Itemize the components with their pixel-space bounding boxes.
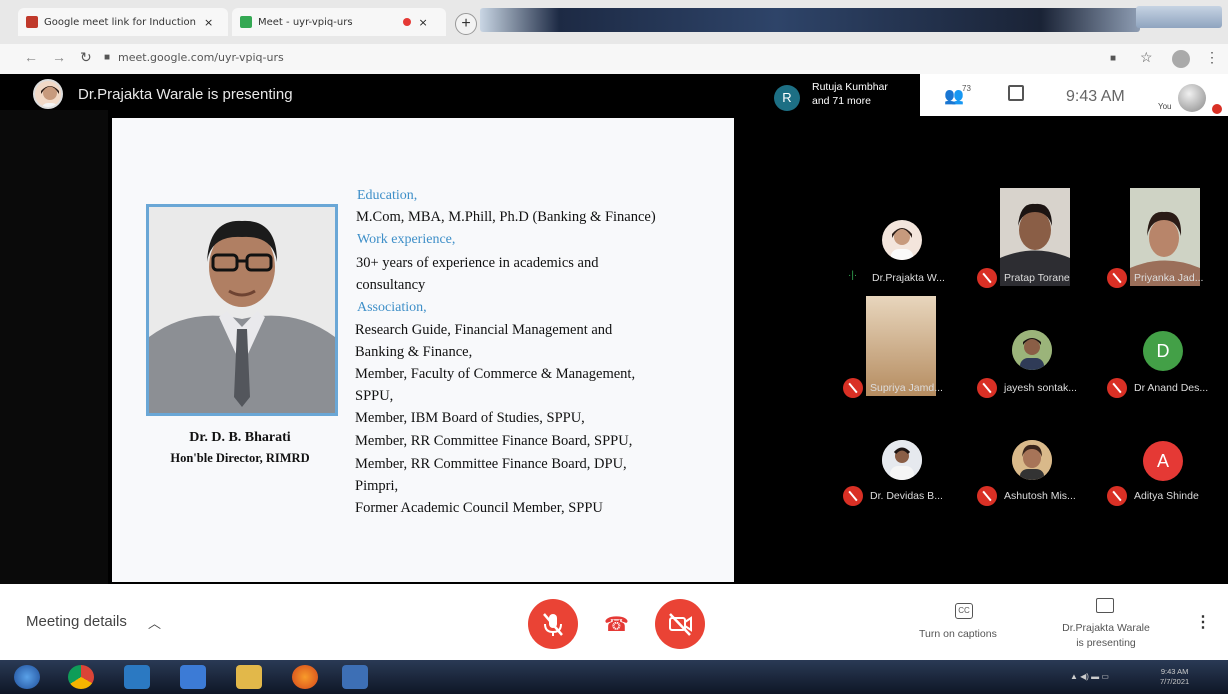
chat-icon[interactable] [1008,85,1024,101]
word-icon[interactable] [342,665,368,689]
internet-explorer-icon[interactable] [124,665,150,689]
participant-letter-avatar: A [1143,441,1183,481]
association-line: Member, RR Committee Finance Board, SPPU… [355,433,633,449]
tab-close-button[interactable]: × [204,16,213,29]
director-photo [146,204,338,416]
tab-meet[interactable]: Meet - uyr-vpiq-urs × [232,8,446,36]
mic-off-icon [1107,268,1127,288]
captions-button[interactable]: Turn on captions [919,628,997,640]
participant-avatar [882,440,922,480]
participant-name: Priyanka Jad... [1134,272,1204,284]
left-margin [0,110,108,584]
hang-up-icon[interactable]: ☎ [604,612,629,637]
presenter-avatar [33,79,63,109]
association-line: Former Academic Council Member, SPPU [355,500,603,516]
system-tray-icons[interactable]: ▲ ◀) ▬ ▭ [1070,672,1150,682]
participant-name: jayesh sontak... [1004,382,1077,394]
participant-avatar [1012,330,1052,370]
mic-off-icon [977,268,997,288]
participant-name: Supriya Jamd... [870,382,943,394]
mic-off-icon [843,378,863,398]
camera-toggle-button[interactable] [655,599,705,649]
tab-google-meet-link[interactable]: Google meet link for Induction × [18,8,228,36]
association-line: Research Guide, Financial Management and [355,322,613,338]
captions-icon[interactable]: CC [955,603,973,619]
browser-menu-icon[interactable]: ⋮ [1205,49,1219,66]
gmail-icon [26,16,38,28]
participant-avatar [882,220,922,260]
camera-off-icon [669,613,692,636]
chrome-icon[interactable] [68,665,94,689]
director-title: Hon'ble Director, RIMRD [170,451,310,465]
speaking-icon: ·|· [848,270,858,281]
association-line: Banking & Finance, [355,344,473,360]
firefox-icon[interactable] [292,665,318,689]
reload-icon[interactable]: ↻ [80,49,92,66]
meet-icon [240,16,252,28]
mic-off-icon [1107,486,1127,506]
forward-icon[interactable]: → [52,49,66,65]
self-avatar[interactable] [1178,84,1206,112]
work-line: 30+ years of experience in academics and [356,255,599,271]
education-text: M.Com, MBA, M.Phill, Ph.D (Banking & Fin… [356,209,656,225]
work-heading: Work experience, [357,232,456,247]
browser-tab-strip: Google meet link for Induction × Meet - … [0,0,1228,44]
meeting-details-button[interactable]: Meeting details [26,613,127,630]
url-field[interactable]: meet.google.com/uyr-vpiq-urs [118,51,284,64]
tab-title: Meet - uyr-vpiq-urs [258,16,353,28]
chevron-up-icon[interactable]: ︿ [148,613,161,632]
file-explorer-icon[interactable] [236,665,262,689]
participant-avatar: R [774,85,800,111]
tab-title: Google meet link for Induction [44,16,197,28]
education-heading: Education, [357,188,418,203]
recording-icon [402,18,411,26]
window-controls[interactable] [1136,6,1222,28]
association-line: Member, RR Committee Finance Board, DPU, [355,456,627,472]
participant-name: Dr. Devidas B... [870,490,943,502]
participant-name: Dr Anand Des... [1134,382,1209,394]
more-options-icon[interactable]: ⋮ [1195,612,1211,632]
participant-name: Ashutosh Mis... [1004,490,1076,502]
mic-off-icon [1212,104,1222,114]
association-line: Member, IBM Board of Studies, SPPU, [355,410,585,426]
window-title-area [480,8,1140,32]
back-icon[interactable]: ← [24,49,38,65]
tab-close-button[interactable]: × [419,16,428,29]
presenting-label: Dr.Prajakta Warale is presenting [78,86,293,103]
director-name: Dr. D. B. Bharati [189,430,291,445]
association-line: Pimpri, [355,478,399,494]
system-clock: 9:43 AM 7/7/2021 [1160,667,1190,686]
participant-name: Pratap Torane [1004,272,1070,284]
participant-avatar [1012,440,1052,480]
people-icon[interactable]: 👥 [944,86,964,106]
profile-icon[interactable] [1172,50,1190,68]
microphone-toggle-button[interactable] [528,599,578,649]
participant-name: Dr.Prajakta W... [872,272,945,284]
participant-video [866,296,936,396]
media-player-icon[interactable] [180,665,206,689]
mic-off-icon [1107,378,1127,398]
start-button-icon[interactable] [14,665,40,689]
work-line: consultancy [356,277,426,293]
participant-count: 73 [962,84,971,93]
extension-icon[interactable]: ■ [1110,53,1116,64]
association-line: Member, Faculty of Commerce & Management… [355,366,636,382]
mic-off-icon [843,486,863,506]
participant-letter-avatar: D [1143,331,1183,371]
meeting-clock: 9:43 AM [1066,88,1125,105]
lock-icon: ■ [104,52,111,63]
bookmark-star-icon[interactable]: ☆ [1140,49,1153,66]
new-tab-button[interactable]: + [455,13,477,35]
you-label: You [1158,102,1172,111]
mic-off-icon [977,486,997,506]
participants-summary[interactable]: Rutuja Kumbhar and 71 more [808,80,892,108]
mic-off-icon [543,613,563,636]
presenting-status-button[interactable]: Dr.Prajakta Warale is presenting [1054,621,1158,651]
association-line: SPPU, [355,388,394,404]
association-heading: Association, [357,300,427,315]
mic-off-icon [977,378,997,398]
participant-name: Aditya Shinde [1134,490,1199,502]
present-screen-icon[interactable] [1096,598,1114,613]
